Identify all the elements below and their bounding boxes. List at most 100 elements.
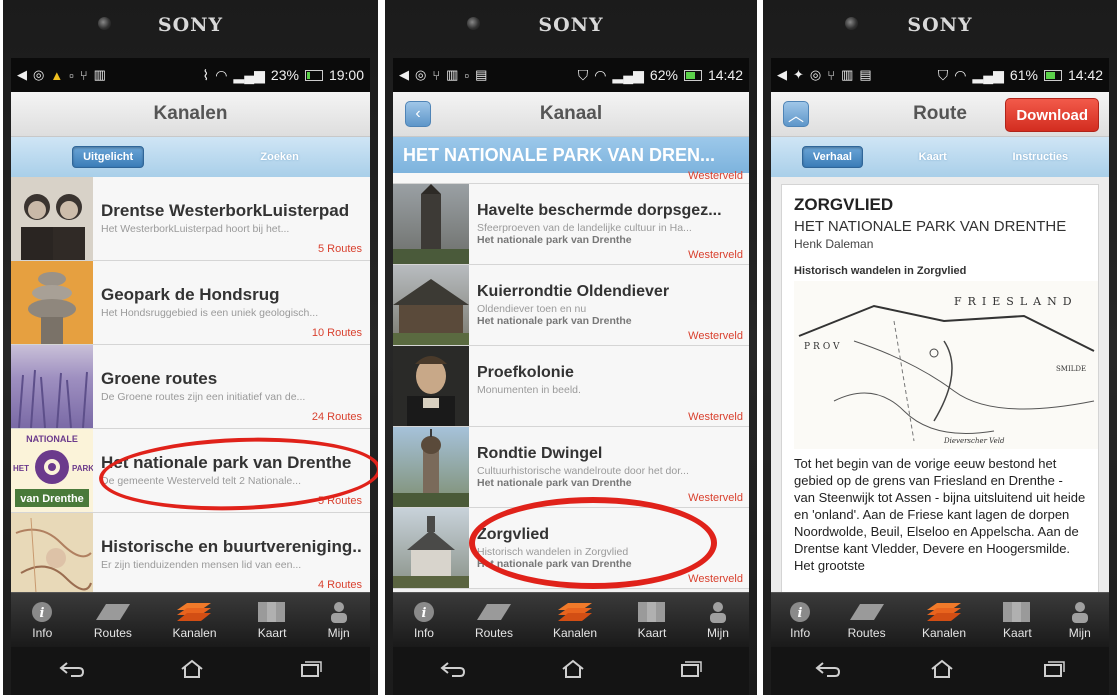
usb-icon: ⑂ — [79, 67, 88, 83]
phone-route: SONY ◀ ✦ ◎ ⑂ ▥ ▤ ⛉ ◠ ▂▄▆ 61% 14:42 ︿ Rou… — [763, 0, 1117, 695]
tab-kaart[interactable]: Kaart — [257, 601, 287, 640]
item-region: Westerveld — [688, 330, 743, 342]
list-item[interactable]: Groene routes De Groene routes zijn een … — [11, 345, 370, 429]
farmhouse-photo-icon — [393, 279, 469, 345]
segment-verhaal[interactable]: Verhaal — [801, 146, 863, 168]
sd-icon: ▥ — [93, 67, 106, 82]
segment-instructies[interactable]: Instructies — [1002, 147, 1078, 167]
item-title: Havelte beschermde dorpsgez... — [477, 202, 722, 219]
item-title: Het nationale park van Drenthe — [101, 453, 352, 472]
home-icon[interactable] — [561, 659, 585, 684]
portrait-photo-icon — [21, 194, 85, 260]
back-icon[interactable] — [440, 660, 466, 683]
list-item[interactable]: Kuierrondtie Oldendiever Oldendiever toe… — [393, 265, 749, 346]
home-icon[interactable] — [180, 659, 204, 684]
thumb-zorgvlied-church — [393, 508, 469, 588]
thumb-cairn — [11, 261, 93, 344]
back-icon[interactable] — [815, 660, 841, 683]
heather-field-icon — [18, 369, 88, 428]
back-notification-icon: ◀ — [17, 67, 27, 82]
notification-icons: ◀ ✦ ◎ ⑂ ▥ ▤ — [777, 67, 872, 83]
warning-icon: ▲ — [50, 67, 64, 83]
item-region: Westerveld — [688, 411, 743, 423]
sd-icon: ▥ — [446, 67, 459, 82]
item-channel: Het nationale park van Drenthe — [477, 315, 632, 327]
nfc-icon: ⌇ — [202, 66, 210, 83]
wifi-icon: ◠ — [594, 66, 607, 83]
list-item[interactable]: Geopark de Hondsrug Het Hondsruggebied i… — [11, 261, 370, 345]
item-body: Havelte beschermde dorpsgez... Sfeerproe… — [469, 184, 749, 264]
item-desc: De gemeente Westerveld telt 2 Nationale.… — [101, 475, 301, 487]
item-title: Historische en buurtvereniging... — [101, 537, 362, 556]
signal-icon: ▂▄▆ — [972, 66, 1004, 83]
signal-icon: ▂▄▆ — [233, 66, 265, 83]
map-label-province: PROV — [804, 342, 843, 352]
list-item[interactable]: Proefkolonie Monumenten in beeld. Wester… — [393, 346, 749, 427]
recent-apps-icon[interactable] — [680, 660, 702, 683]
item-desc: Het Hondsruggebied is een uniek geologis… — [101, 307, 319, 319]
user-icon — [1069, 601, 1091, 623]
segment-kaart[interactable]: Kaart — [909, 147, 957, 167]
tab-mijn[interactable]: Mijn — [707, 601, 729, 640]
list-item[interactable]: Havelte beschermde dorpsgez... Sfeerproe… — [393, 184, 749, 265]
brand-logo: SONY — [538, 14, 604, 36]
back-button[interactable]: ‹ — [405, 101, 431, 127]
item-body: Proefkolonie Monumenten in beeld. Wester… — [469, 346, 749, 426]
tab-routes[interactable]: Routes — [848, 601, 886, 640]
route-author: Henk Daleman — [794, 237, 874, 251]
map-label-veld: Dieverscher Veld — [943, 437, 1005, 445]
recent-apps-icon[interactable] — [1043, 660, 1065, 683]
list-item[interactable]: Drentse WesterborkLuisterpad Het Westerb… — [11, 177, 370, 261]
brand-logo: SONY — [157, 14, 224, 36]
clock: 14:42 — [707, 67, 743, 83]
map-label-friesland: FRIESLAND — [954, 295, 1078, 308]
clock: 19:00 — [328, 67, 364, 83]
tab-info[interactable]: i Info — [789, 601, 811, 640]
info-icon: i — [31, 601, 53, 623]
tab-info[interactable]: i Info — [413, 601, 435, 640]
segment-uitgelicht[interactable]: Uitgelicht — [72, 146, 145, 168]
info-icon: i — [789, 601, 811, 623]
tab-routes[interactable]: Routes — [94, 601, 132, 640]
item-channel: Het nationale park van Drenthe — [477, 477, 632, 489]
logo-text-right: PARK — [72, 464, 93, 473]
thumb-dwingel-church — [393, 427, 469, 507]
page-title: Kanaal — [539, 103, 603, 124]
tab-mijn[interactable]: Mijn — [1069, 601, 1091, 640]
item-region: Westerveld — [688, 249, 743, 261]
list-item[interactable]: Rondtie Dwingel Cultuurhistorische wande… — [393, 427, 749, 508]
tab-mijn[interactable]: Mijn — [328, 601, 350, 640]
tab-routes[interactable]: Routes — [475, 601, 513, 640]
map-label-smilde: SMILDE — [1056, 365, 1086, 373]
whatsapp-icon: ◎ — [809, 67, 822, 82]
download-button[interactable]: Download — [1005, 98, 1099, 132]
tab-kaart[interactable]: Kaart — [637, 601, 667, 640]
location-icon: ✦ — [793, 67, 804, 82]
historic-map-image: FRIESLAND PROV SMILDE Dieverscher Veld — [794, 281, 1098, 449]
status-bar: ◀ ◎ ▲ ▫ ⑂ ▥ ⌇ ◠ ▂▄▆ 23% 19:00 — [11, 58, 370, 92]
list-item[interactable]: NATIONALE HET PARK van Drenthe Het natio… — [11, 429, 370, 513]
tab-kanalen[interactable]: Kanalen — [172, 601, 217, 640]
page-title: Kanalen — [153, 103, 228, 124]
back-icon[interactable] — [59, 660, 85, 683]
recent-apps-icon[interactable] — [300, 660, 322, 683]
tab-kanalen[interactable]: Kanalen — [553, 601, 597, 640]
route-count: 5 Routes — [317, 495, 362, 507]
collapse-button[interactable]: ︿ — [783, 101, 809, 127]
usb-icon: ⑂ — [432, 67, 441, 83]
item-title: Zorgvlied — [477, 526, 550, 543]
map-icon — [1002, 601, 1032, 623]
list-item[interactable]: Historische en buurtvereniging... Er zij… — [11, 513, 370, 593]
tab-kanalen[interactable]: Kanalen — [922, 601, 966, 640]
list-item[interactable]: Zorgvlied Historisch wandelen in Zorgvli… — [393, 508, 749, 589]
thumb-lavender — [11, 345, 93, 428]
tab-kaart[interactable]: Kaart — [1002, 601, 1032, 640]
brand-logo: SONY — [907, 14, 973, 36]
page-title: Route — [913, 103, 967, 124]
item-body: Het nationale park van Drenthe De gemeen… — [93, 429, 370, 512]
battery-icon — [683, 69, 702, 81]
channel-banner: HET NATIONALE PARK VAN DREN... — [393, 137, 749, 173]
segment-zoeken[interactable]: Zoeken — [250, 147, 309, 167]
tab-info[interactable]: i Info — [31, 601, 53, 640]
home-icon[interactable] — [930, 659, 954, 684]
